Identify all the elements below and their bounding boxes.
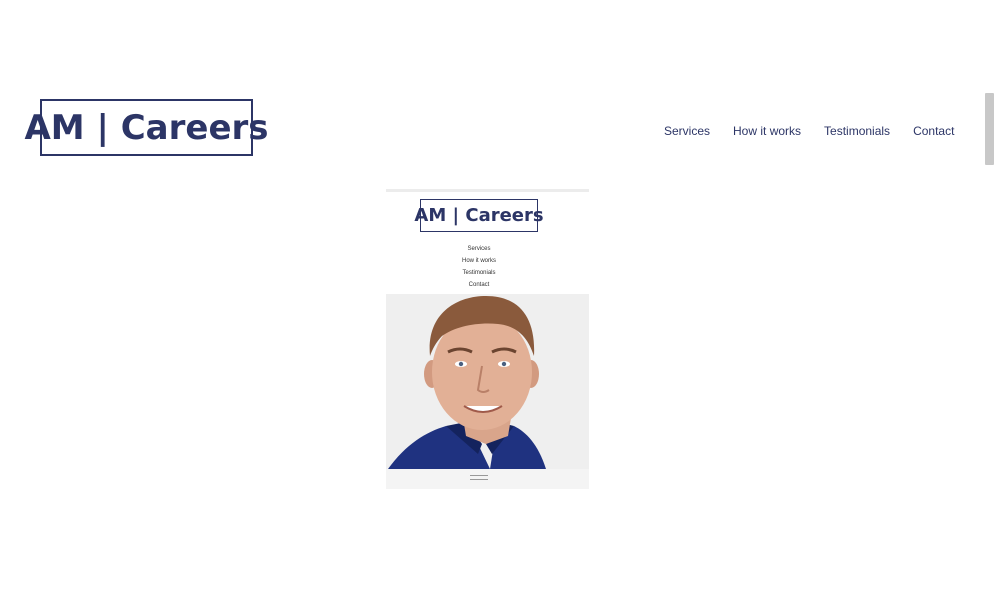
scrollbar-thumb[interactable] <box>985 93 994 165</box>
menu-handle-icon[interactable] <box>470 475 488 480</box>
preview-nav-testimonials[interactable]: Testimonials <box>386 267 572 279</box>
nav-link-services[interactable]: Services <box>664 124 710 138</box>
portrait-illustration <box>386 294 589 469</box>
preview-nav: Services How it works Testimonials Conta… <box>386 243 572 291</box>
preview-nav-how-it-works[interactable]: How it works <box>386 255 572 267</box>
nav-link-contact[interactable]: Contact <box>913 124 954 138</box>
nav-link-testimonials[interactable]: Testimonials <box>824 124 890 138</box>
preview-nav-services[interactable]: Services <box>386 243 572 255</box>
mobile-preview: AM | Careers Services How it works Testi… <box>386 189 589 489</box>
portrait-photo <box>386 294 589 469</box>
preview-nav-contact[interactable]: Contact <box>386 279 572 291</box>
site-logo[interactable]: AM | Careers <box>24 99 269 156</box>
main-nav: Services How it works Testimonials Conta… <box>664 124 954 138</box>
preview-logo[interactable]: AM | Careers <box>414 199 544 232</box>
logo-text: AM | Careers <box>24 107 269 148</box>
preview-top-border <box>386 189 589 192</box>
preview-bottom-bar <box>386 469 589 489</box>
preview-logo-text: AM | Careers <box>414 205 544 226</box>
nav-link-how-it-works[interactable]: How it works <box>733 124 801 138</box>
